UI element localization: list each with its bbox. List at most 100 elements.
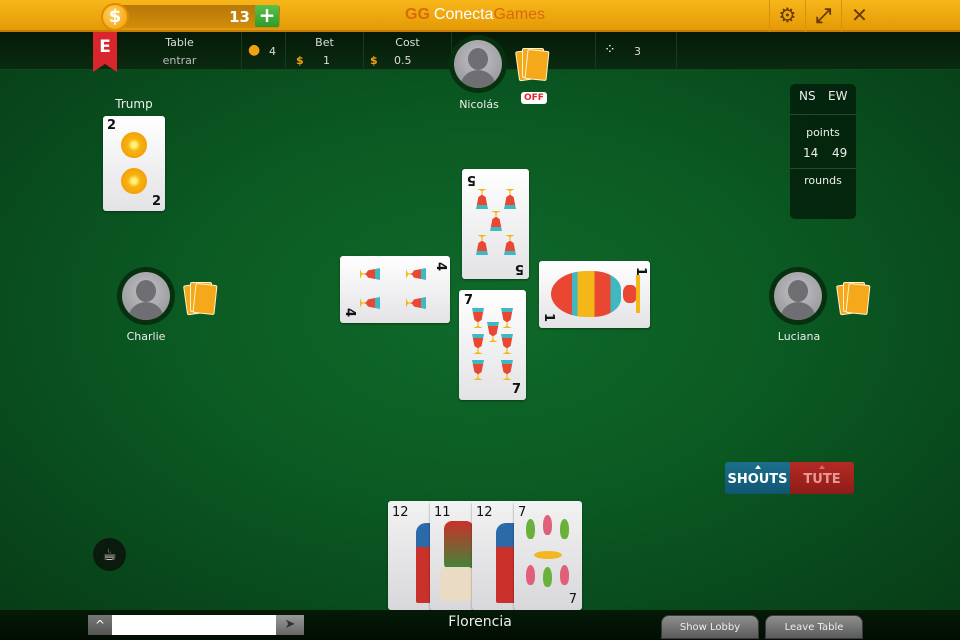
copas-suit-icon xyxy=(551,271,621,317)
hand-card[interactable]: 7 7 xyxy=(514,501,582,610)
points-label: points xyxy=(806,126,840,139)
card-rank: 11 xyxy=(434,505,451,520)
team-ns-label: NS xyxy=(799,89,816,103)
score-header: NS EW xyxy=(790,89,856,115)
close-button[interactable]: ✕ xyxy=(841,0,877,32)
close-icon: ✕ xyxy=(851,3,868,27)
copas-suit-icon xyxy=(472,334,484,354)
cup-stem-decoration xyxy=(623,285,637,303)
player-name-east: Luciana xyxy=(777,330,821,343)
card-rank: 5 xyxy=(514,261,524,276)
copas-suit-icon xyxy=(472,360,484,380)
cost-currency-icon: $ xyxy=(370,54,378,67)
copas-suit-icon xyxy=(476,235,488,255)
copas-suit-icon xyxy=(360,268,380,280)
trump-label: Trump xyxy=(115,97,153,111)
copas-suit-icon xyxy=(476,189,488,209)
cost-label: Cost xyxy=(395,36,420,49)
bet-value: 1 xyxy=(323,54,330,67)
card-rank: 2 xyxy=(107,118,117,133)
bastos-suit-icon xyxy=(534,551,562,559)
coffee-icon: ☕ xyxy=(102,545,117,564)
copas-suit-icon xyxy=(490,211,502,231)
table-card-south: 7 7 xyxy=(459,290,526,400)
oros-suit-icon xyxy=(121,168,147,194)
rounds-label: rounds xyxy=(804,174,842,187)
copas-suit-icon xyxy=(504,235,516,255)
bastos-suit-icon xyxy=(526,565,535,585)
fullscreen-button[interactable]: ⤢ xyxy=(805,0,841,32)
logo-text-conecta: Conecta xyxy=(433,6,494,23)
copas-suit-icon xyxy=(406,297,426,309)
chat-input[interactable] xyxy=(112,615,276,635)
horse-figure-icon xyxy=(440,567,474,601)
players-count: 4 xyxy=(269,45,276,58)
player-name-south: Florencia xyxy=(448,614,512,630)
team-ew-label: EW xyxy=(828,89,848,103)
card-rank: 4 xyxy=(432,261,448,272)
rounds-value: 3 xyxy=(634,45,641,58)
avatar-charlie[interactable] xyxy=(117,267,175,325)
tute-label: TUTE xyxy=(803,472,841,487)
avatar-nicolas[interactable] xyxy=(449,35,507,93)
avatar-luciana[interactable] xyxy=(769,267,827,325)
bet-info: Bet $ 1 xyxy=(286,32,364,70)
cards-back-icon xyxy=(183,282,218,316)
send-button[interactable]: ➤ xyxy=(276,615,304,635)
cost-value: 0.5 xyxy=(394,54,412,67)
card-rank: 7 xyxy=(568,592,577,607)
card-rank: 7 xyxy=(511,382,521,397)
table-label: Table xyxy=(165,36,194,49)
bastos-suit-icon xyxy=(560,565,569,585)
coin-icon: $ xyxy=(101,3,129,31)
settings-button[interactable]: ⚙ xyxy=(769,0,805,32)
copas-suit-icon xyxy=(472,308,484,328)
trump-card: 2 2 xyxy=(103,116,165,211)
copas-suit-icon xyxy=(501,360,513,380)
card-rank: 7 xyxy=(518,505,527,520)
leave-table-button[interactable]: Leave Table xyxy=(765,615,863,639)
show-lobby-button[interactable]: Show Lobby xyxy=(661,615,759,639)
dice-icon: ⁘ xyxy=(604,42,616,58)
caret-up-icon xyxy=(754,465,761,469)
table-info: Table entrar xyxy=(118,32,242,70)
table-name: entrar xyxy=(162,54,197,67)
gear-icon: ⚙ xyxy=(778,3,797,27)
coffee-break-button[interactable]: ☕ xyxy=(93,538,126,571)
table-card-west: 4 4 xyxy=(340,256,450,323)
copas-suit-icon xyxy=(487,322,499,342)
chat-toggle-button[interactable]: ^ xyxy=(88,615,112,635)
cup-base-decoration xyxy=(636,275,640,313)
copas-suit-icon xyxy=(504,189,516,209)
card-rank: 7 xyxy=(464,293,474,308)
player-name-west: Charlie xyxy=(126,330,166,343)
shouts-button[interactable]: SHOUTS xyxy=(725,462,790,494)
add-coins-button[interactable]: + xyxy=(255,5,279,27)
card-rank: 4 xyxy=(342,307,358,318)
players-info: ● 4 xyxy=(242,32,286,70)
bastos-suit-icon xyxy=(560,519,569,539)
points-ew: 49 xyxy=(832,146,848,160)
bet-label: Bet xyxy=(315,36,334,49)
chevron-up-icon: ^ xyxy=(94,618,106,632)
bastos-suit-icon xyxy=(543,515,552,535)
person-icon: ● xyxy=(248,42,261,58)
cards-back-icon xyxy=(836,282,871,316)
card-rank: 12 xyxy=(476,505,493,520)
bastos-suit-icon xyxy=(526,519,535,539)
shout-off-badge: OFF xyxy=(521,92,547,104)
caret-up-icon xyxy=(819,465,825,469)
bastos-suit-icon xyxy=(543,567,552,587)
table-card-east: 1 1 xyxy=(539,261,650,328)
send-icon: ➤ xyxy=(284,617,296,632)
oros-suit-icon xyxy=(121,132,147,158)
cost-info: Cost $ 0.5 xyxy=(364,32,452,70)
coin-balance: 13 xyxy=(229,8,250,26)
copas-suit-icon xyxy=(501,308,513,328)
copas-suit-icon xyxy=(501,334,513,354)
copas-suit-icon xyxy=(360,297,380,309)
score-panel: NS EW points 14 49 rounds xyxy=(790,84,856,219)
points-ns: 14 xyxy=(803,146,819,160)
card-rank: 2 xyxy=(151,194,161,209)
tute-button[interactable]: TUTE xyxy=(790,462,854,494)
